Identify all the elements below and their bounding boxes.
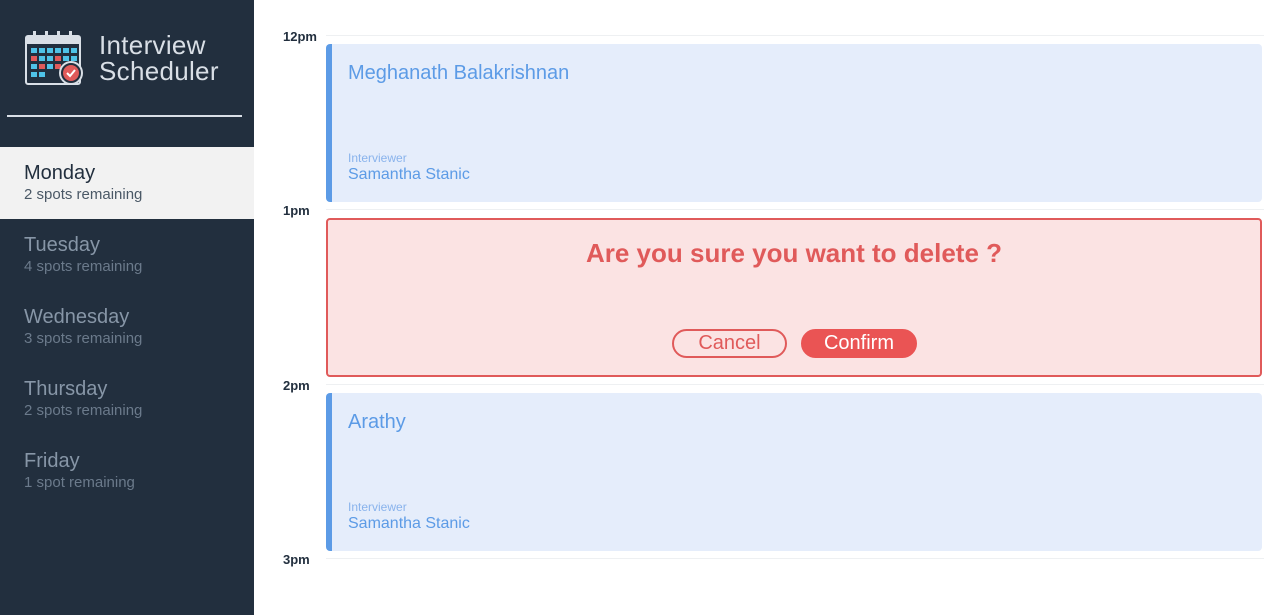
day-name: Thursday	[24, 378, 108, 400]
day-item-thursday[interactable]: Thursday 2 spots remaining	[0, 363, 254, 435]
hour-divider	[326, 384, 1264, 385]
app-title-line1: Interview	[99, 30, 206, 60]
brand: Interview Scheduler	[24, 30, 234, 90]
app-title-line2: Scheduler	[99, 56, 219, 86]
sidebar: Interview Scheduler Monday 2 spots remai…	[0, 0, 254, 615]
day-name: Friday	[24, 450, 80, 472]
sidebar-divider	[7, 115, 242, 117]
interviewer-label: Interviewer	[348, 500, 407, 514]
day-item-tuesday[interactable]: Tuesday 4 spots remaining	[0, 219, 254, 291]
appointment-card[interactable]: Arathy Interviewer Samantha Stanic	[326, 393, 1262, 551]
day-spots: 2 spots remaining	[24, 186, 143, 203]
hour-divider	[326, 35, 1264, 36]
calendar-check-icon	[25, 31, 83, 85]
day-item-wednesday[interactable]: Wednesday 3 spots remaining	[0, 291, 254, 363]
interviewer-label: Interviewer	[348, 151, 407, 165]
delete-confirmation: Are you sure you want to delete ? Cancel…	[326, 218, 1262, 377]
student-name: Meghanath Balakrishnan	[348, 62, 570, 84]
hour-divider	[326, 558, 1264, 559]
hour-label: 1pm	[283, 203, 310, 218]
student-name: Arathy	[348, 411, 406, 433]
day-name: Tuesday	[24, 234, 100, 256]
day-item-friday[interactable]: Friday 1 spot remaining	[0, 435, 254, 507]
day-name: Monday	[24, 162, 96, 184]
interviewer-name: Samantha Stanic	[348, 515, 470, 532]
app-title: Interview Scheduler	[99, 32, 219, 84]
hour-label: 12pm	[283, 29, 317, 44]
day-item-monday[interactable]: Monday 2 spots remaining	[0, 147, 254, 219]
day-spots: 1 spot remaining	[24, 474, 135, 491]
hour-divider	[326, 209, 1264, 210]
appointment-card[interactable]: Meghanath Balakrishnan Interviewer Saman…	[326, 44, 1262, 202]
day-name: Wednesday	[24, 306, 130, 328]
cancel-button[interactable]: Cancel	[672, 329, 787, 358]
day-spots: 4 spots remaining	[24, 258, 143, 275]
confirm-button[interactable]: Confirm	[801, 329, 917, 358]
interviewer-name: Samantha Stanic	[348, 166, 470, 183]
day-spots: 2 spots remaining	[24, 402, 143, 419]
confirm-message: Are you sure you want to delete ?	[585, 238, 1003, 268]
hour-label: 2pm	[283, 378, 310, 393]
schedule: 12pm Meghanath Balakrishnan Interviewer …	[254, 0, 1280, 615]
hour-label: 3pm	[283, 552, 310, 567]
day-spots: 3 spots remaining	[24, 330, 143, 347]
day-list: Monday 2 spots remaining Tuesday 4 spots…	[0, 147, 254, 507]
